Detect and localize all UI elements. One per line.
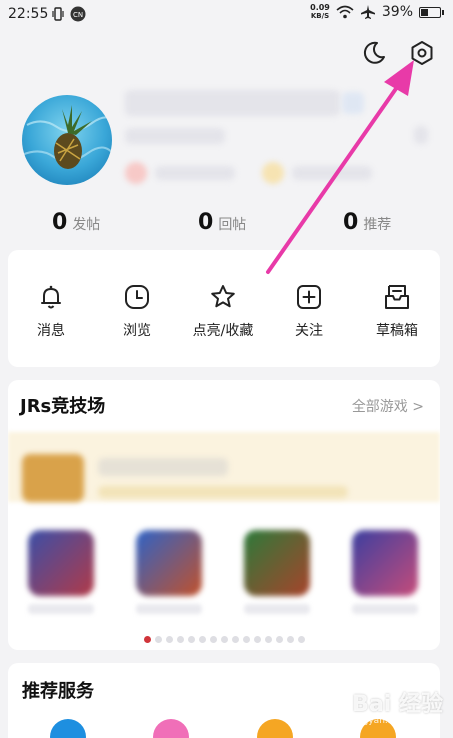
badge-blurred-1 xyxy=(125,162,147,184)
app-notification-icon: CN xyxy=(70,6,86,22)
stat-value: 0 xyxy=(198,210,214,235)
quick-menu-card: 消息 浏览 点亮/收藏 关注 草稿箱 xyxy=(8,250,440,367)
menu-item-label: 点亮/收藏 xyxy=(192,323,254,339)
all-games-link[interactable]: 全部游戏 > xyxy=(352,396,424,416)
plus-square-icon xyxy=(297,285,321,309)
airplane-icon xyxy=(360,5,375,19)
carousel-dot[interactable] xyxy=(243,636,250,643)
badge-blurred-2 xyxy=(262,162,284,184)
stat-value: 0 xyxy=(343,210,359,235)
menu-item-history[interactable]: 浏览 xyxy=(94,282,180,340)
username-blurred xyxy=(125,90,340,116)
game-caption-blurred xyxy=(352,604,418,614)
stat-posts[interactable]: 0 发帖 xyxy=(52,210,100,235)
vibrate-icon xyxy=(52,7,64,21)
service-icon-2[interactable] xyxy=(153,719,189,738)
menu-item-label: 消息 xyxy=(37,323,65,339)
header-actions xyxy=(359,38,437,68)
carousel-dot[interactable] xyxy=(177,636,184,643)
status-bar: 22:55 CN 0.09 KB/S 39% xyxy=(0,0,453,30)
carousel-dot[interactable] xyxy=(166,636,173,643)
carousel-dot[interactable] xyxy=(232,636,239,643)
game-thumb-4[interactable] xyxy=(352,530,418,596)
promo-thumb-blurred xyxy=(22,454,84,502)
carousel-dot-active[interactable] xyxy=(144,636,151,643)
promo-title-blurred xyxy=(98,458,228,476)
profile-chevron-blurred xyxy=(414,126,428,144)
game-caption-blurred xyxy=(136,604,202,614)
menu-item-following[interactable]: 关注 xyxy=(266,282,352,340)
moon-icon[interactable] xyxy=(359,38,389,68)
stat-value: 0 xyxy=(52,210,68,235)
watermark-url: jingyan.baidu.com xyxy=(351,716,435,726)
battery-icon xyxy=(419,6,444,18)
menu-item-label: 草稿箱 xyxy=(376,323,418,339)
carousel-dot[interactable] xyxy=(265,636,272,643)
carousel-indicator xyxy=(144,636,305,643)
clock-icon xyxy=(125,285,149,309)
service-icon-3[interactable] xyxy=(257,719,293,738)
services-title: 推荐服务 xyxy=(22,681,94,702)
avatar[interactable] xyxy=(22,95,112,185)
promo-sub-blurred xyxy=(98,486,348,498)
badge-text-blurred-1 xyxy=(155,166,235,180)
status-left-icons: CN xyxy=(52,6,86,22)
inbox-icon xyxy=(385,285,409,309)
game-caption-blurred xyxy=(244,604,310,614)
watermark: Bai 经验 xyxy=(352,692,443,717)
carousel-dot[interactable] xyxy=(254,636,261,643)
net-speed: 0.09 KB/S xyxy=(310,3,330,21)
battery-fill xyxy=(421,8,428,16)
game-thumb-2[interactable] xyxy=(136,530,202,596)
game-thumb-1[interactable] xyxy=(28,530,94,596)
menu-item-drafts[interactable]: 草稿箱 xyxy=(354,282,440,340)
carousel-dot[interactable] xyxy=(188,636,195,643)
user-tag-blurred xyxy=(342,92,364,114)
arena-card: JRs竞技场 全部游戏 > xyxy=(8,380,440,650)
carousel-dot[interactable] xyxy=(199,636,206,643)
badge-text-blurred-2 xyxy=(292,166,372,180)
menu-item-messages[interactable]: 消息 xyxy=(8,282,94,340)
profile-stats: 0 发帖 0 回帖 0 推荐 xyxy=(0,210,453,242)
carousel-dot[interactable] xyxy=(276,636,283,643)
carousel-dot[interactable] xyxy=(221,636,228,643)
stat-label: 回帖 xyxy=(218,217,247,233)
bell-icon xyxy=(41,285,61,309)
wifi-icon xyxy=(336,5,354,19)
service-icon-1[interactable] xyxy=(50,719,86,738)
user-subtitle-blurred xyxy=(125,128,225,144)
menu-item-label: 关注 xyxy=(295,323,323,339)
carousel-dot[interactable] xyxy=(210,636,217,643)
game-thumb-3[interactable] xyxy=(244,530,310,596)
star-icon xyxy=(211,285,235,308)
menu-item-label: 浏览 xyxy=(123,323,151,339)
game-caption-blurred xyxy=(28,604,94,614)
battery-percent: 39% xyxy=(381,4,413,20)
stat-label: 发帖 xyxy=(72,217,101,233)
carousel-dot[interactable] xyxy=(298,636,305,643)
settings-gear-icon[interactable] xyxy=(407,38,437,68)
stat-replies[interactable]: 0 回帖 xyxy=(198,210,246,235)
svg-text:CN: CN xyxy=(73,11,83,19)
stat-label: 推荐 xyxy=(363,217,392,233)
carousel-dot[interactable] xyxy=(155,636,162,643)
status-time: 22:55 xyxy=(8,6,49,22)
arena-title: JRs竞技场 xyxy=(20,396,106,417)
menu-item-favorites[interactable]: 点亮/收藏 xyxy=(180,282,266,340)
carousel-dot[interactable] xyxy=(287,636,294,643)
stat-recommends[interactable]: 0 推荐 xyxy=(343,210,391,235)
status-right-icons: 0.09 KB/S 39% xyxy=(310,3,444,21)
